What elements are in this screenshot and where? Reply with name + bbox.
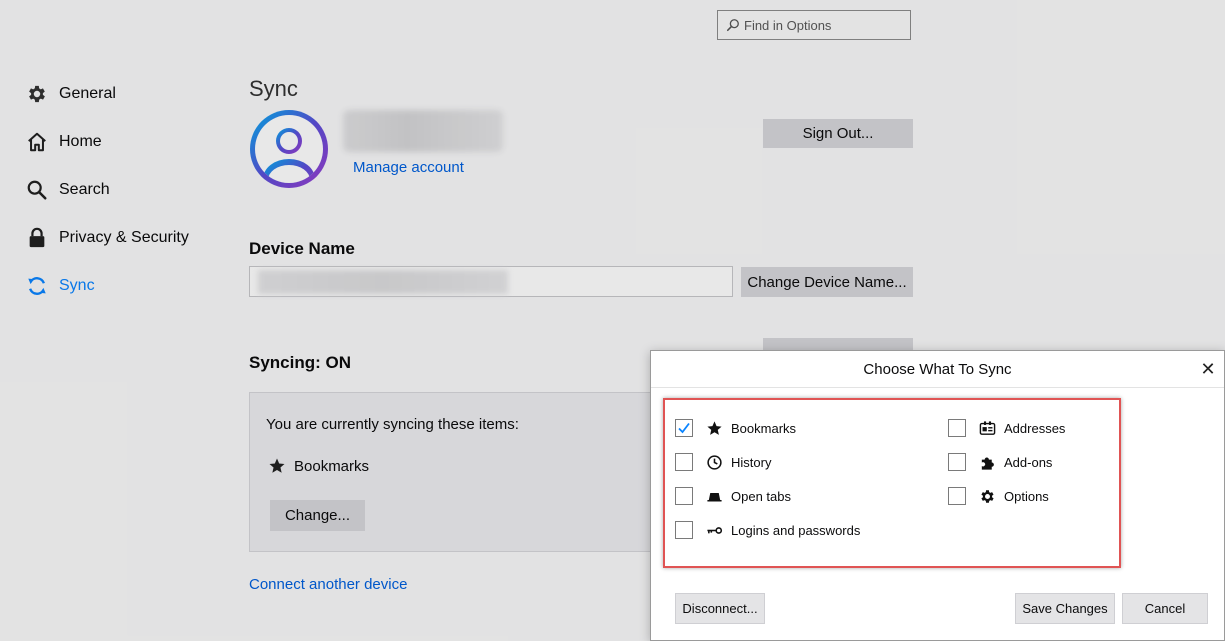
synced-item-label: Bookmarks [294,457,370,475]
change-device-name-button[interactable]: Change Device Name... [741,267,913,297]
history-checkbox[interactable] [675,453,693,471]
addresses-checkbox[interactable] [948,419,966,437]
open-tabs-checkbox[interactable] [675,487,693,505]
option-bookmarks[interactable]: Bookmarks [675,419,796,437]
logins-checkbox[interactable] [675,521,693,539]
search-icon [27,180,47,200]
add-ons-checkbox[interactable] [948,453,966,471]
option-logins-passwords[interactable]: Logins and passwords [675,521,860,539]
option-addresses[interactable]: Addresses [948,419,1065,437]
sidebar-item-label: Search [59,181,110,198]
device-name-heading: Device Name [249,239,355,258]
option-label: History [731,454,772,470]
sidebar-item-label: General [59,85,116,102]
key-icon [707,526,723,534]
option-label: Addresses [1004,420,1066,436]
save-changes-button[interactable]: Save Changes [1015,593,1115,624]
disconnect-button[interactable]: Disconnect... [675,593,765,624]
star-icon [707,420,722,435]
option-label: Options [1004,488,1049,504]
option-options[interactable]: Options [948,487,1049,505]
option-label: Logins and passwords [731,522,861,538]
synced-item-bookmarks: Bookmarks [268,457,369,475]
sidebar-item-search[interactable]: Search [26,166,189,214]
bookmarks-checkbox[interactable] [675,419,693,437]
connect-device-link[interactable]: Connect another device [249,576,407,593]
syncing-items-box: You are currently syncing these items: B… [249,392,669,552]
clock-icon [707,454,722,470]
sidebar-item-home[interactable]: Home [26,118,189,166]
lock-icon [29,227,45,248]
avatar [250,110,328,188]
dialog-title: Choose What To Sync [651,351,1224,388]
sidebar-item-general[interactable]: General [26,70,189,118]
sidebar-item-sync[interactable]: Sync [26,262,189,310]
cancel-button[interactable]: Cancel [1122,593,1208,624]
syncing-text: You are currently syncing these items: [266,416,519,433]
gear-icon [29,85,45,103]
syncing-heading: Syncing: ON [249,353,352,372]
home-icon [28,132,46,152]
option-open-tabs[interactable]: Open tabs [675,487,791,505]
manage-account-link[interactable]: Manage account [353,159,464,176]
tab-icon [707,492,722,501]
star-icon [269,458,285,473]
sidebar-item-label: Privacy & Security [59,229,189,246]
account-email-redacted [343,110,503,152]
options-checkbox[interactable] [948,487,966,505]
sidebar: General Home Search Privacy & Security S… [26,70,189,310]
device-name-redacted [258,270,508,294]
sidebar-item-label: Sync [59,277,95,294]
sign-out-button[interactable]: Sign Out... [763,119,913,148]
address-card-icon [979,420,996,435]
options-page: Find in Options General Home Search Priv… [0,0,1225,641]
search-icon [726,19,739,32]
option-history[interactable]: History [675,453,771,471]
sidebar-item-label: Home [59,133,102,150]
checkmark-icon [678,422,690,434]
puzzle-icon [981,457,994,470]
option-label: Add-ons [1004,454,1053,470]
change-sync-button[interactable]: Change... [270,500,365,531]
page-title: Sync [249,76,298,101]
sidebar-item-privacy-security[interactable]: Privacy & Security [26,214,189,262]
search-input[interactable]: Find in Options [717,10,911,40]
sync-icon [28,277,46,295]
close-icon[interactable]: ✕ [1198,359,1218,379]
gear-icon [981,489,994,503]
search-placeholder: Find in Options [744,17,832,33]
option-label: Bookmarks [731,420,797,436]
option-add-ons[interactable]: Add-ons [948,453,1052,471]
choose-what-to-sync-dialog: Choose What To Sync ✕ Bookmarks History [650,350,1225,641]
device-name-field[interactable] [249,266,733,297]
option-label: Open tabs [731,488,791,504]
